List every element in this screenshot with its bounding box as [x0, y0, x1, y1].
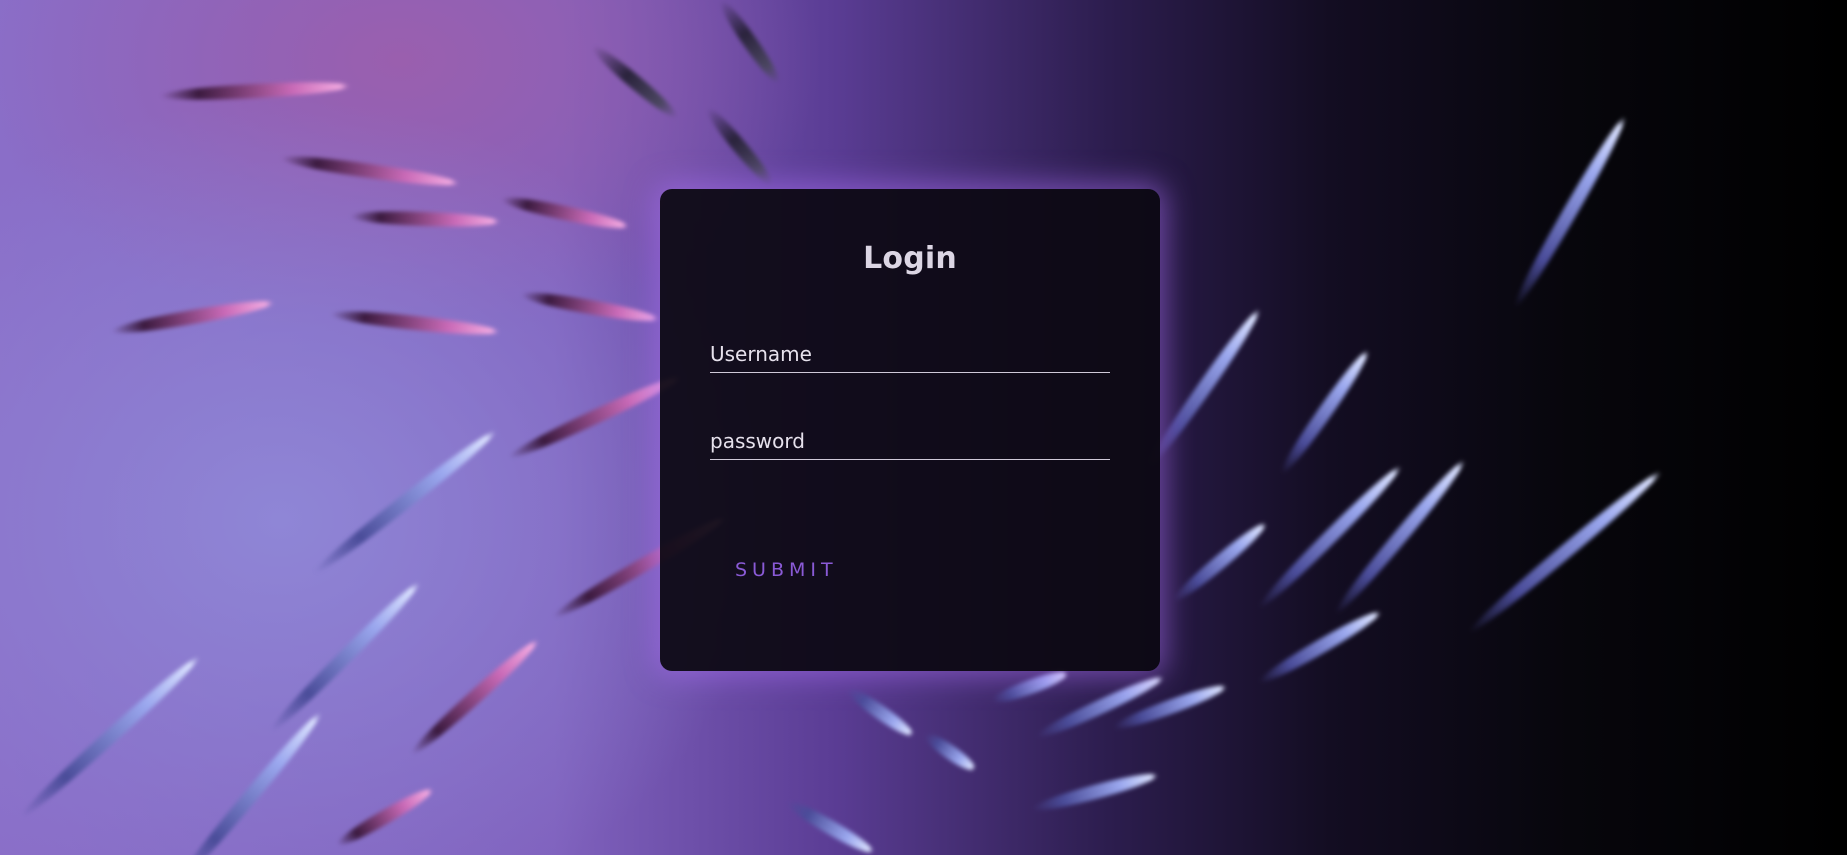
background-streak — [990, 666, 1070, 708]
background-streak — [310, 425, 500, 579]
background-streak — [1255, 605, 1385, 689]
background-streak — [349, 209, 501, 229]
background-streak — [1276, 346, 1374, 478]
background-streak — [588, 41, 682, 123]
background-streak — [715, 0, 785, 87]
background-streak — [173, 708, 327, 855]
background-streak — [1169, 518, 1271, 606]
background-streak — [329, 307, 501, 339]
background-streak — [519, 287, 661, 327]
background-streak — [1144, 305, 1266, 469]
background-streak — [333, 783, 437, 851]
background-streak — [702, 104, 778, 190]
background-streak — [159, 79, 351, 103]
background-streak — [407, 634, 543, 760]
username-field: Username — [710, 332, 1110, 373]
login-title: Login — [863, 241, 957, 276]
background-streak — [16, 651, 204, 823]
submit-button[interactable]: SUBMIT — [718, 549, 846, 591]
background-streak — [279, 151, 461, 191]
background-streak — [783, 795, 877, 855]
background-streak — [1030, 768, 1160, 816]
username-input[interactable] — [710, 332, 1110, 372]
login-form: Login Username password SUBMIT — [660, 189, 1160, 671]
background-streak — [1508, 113, 1632, 311]
background-streak — [1254, 461, 1406, 613]
background-streak — [843, 683, 917, 741]
background-streak — [265, 577, 425, 737]
background-streak — [505, 370, 685, 464]
background-streak — [921, 729, 979, 775]
password-input[interactable] — [710, 419, 1110, 459]
password-field: password — [710, 419, 1110, 460]
background-streak — [110, 295, 275, 339]
background-streak — [499, 192, 631, 234]
background-streak — [1330, 455, 1470, 619]
background-streak — [1464, 466, 1666, 638]
